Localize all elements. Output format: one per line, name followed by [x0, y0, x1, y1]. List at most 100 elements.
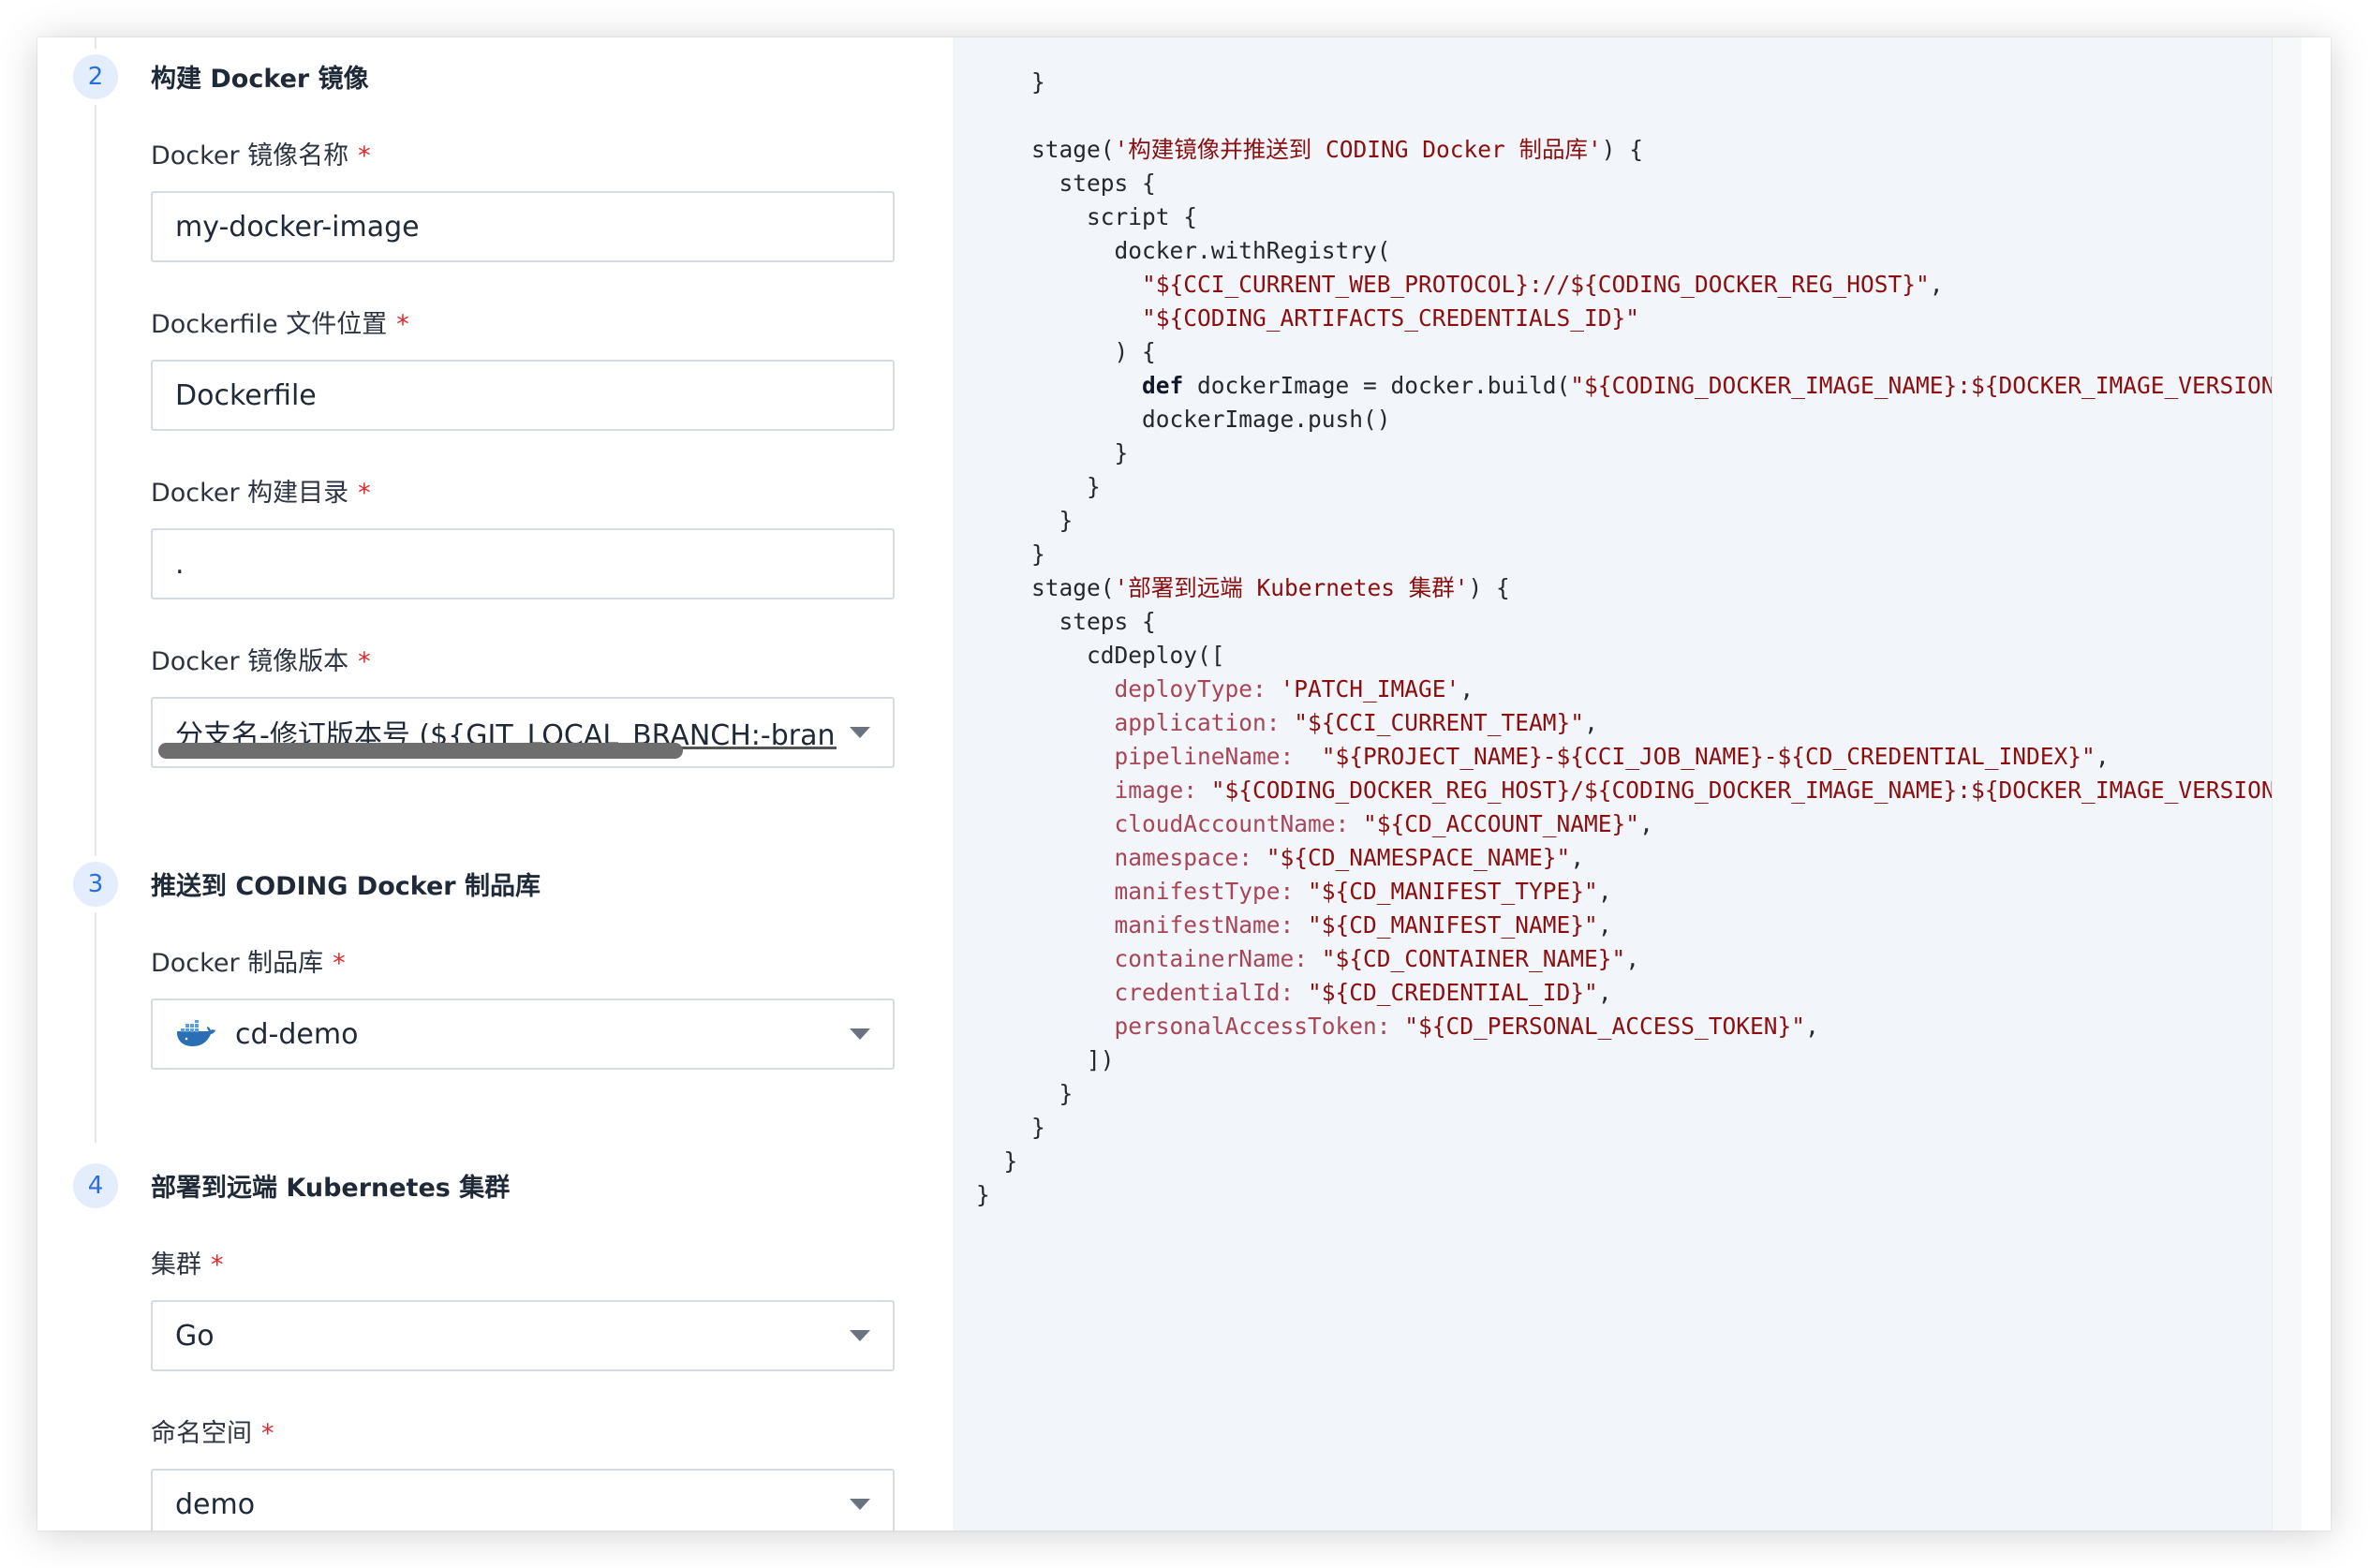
app-window: 2 构建 Docker 镜像 Docker 镜像名称 * my-docker-im… — [37, 37, 2331, 1531]
code-line: steps { — [976, 167, 1156, 200]
code-line: image: "${CODING_DOCKER_REG_HOST}/${CODI… — [976, 774, 2302, 807]
code-line: } — [976, 538, 1045, 571]
image-name-value: my-docker-image — [175, 210, 420, 244]
required-mark: * — [333, 949, 346, 978]
registry-select[interactable]: cd-demo — [151, 998, 895, 1070]
code-text: dockerImage.push() — [976, 406, 1391, 433]
code-key: credentialId: — [1114, 979, 1295, 1006]
step-4-badge: 4 — [73, 1163, 118, 1208]
namespace-select[interactable]: demo — [151, 1469, 895, 1531]
code-line: steps { — [976, 605, 1156, 639]
code-line: personalAccessToken: "${CD_PERSONAL_ACCE… — [976, 1010, 1819, 1043]
cluster-value: Go — [175, 1319, 215, 1353]
code-text: } — [976, 1147, 1018, 1175]
code-line: cdDeploy([ — [976, 639, 1225, 673]
code-line: } — [976, 504, 1074, 538]
code-text: , — [1584, 709, 1598, 736]
code-text: stage( — [976, 136, 1115, 163]
code-text: , — [1639, 810, 1653, 837]
code-text: , — [1625, 945, 1640, 972]
code-line: stage('构建镜像并推送到 CODING Docker 制品库') { — [976, 133, 1643, 167]
build-dir-value: . — [175, 547, 185, 581]
required-mark: * — [358, 141, 371, 170]
code-text: , — [1570, 844, 1585, 871]
code-text: , — [1597, 911, 1612, 939]
code-string: "${PROJECT_NAME}-${CCI_JOB_NAME}-${CD_CR… — [1321, 743, 2096, 770]
step-3-badge: 3 — [73, 862, 118, 907]
code-keyword: def — [1142, 372, 1184, 399]
step-3-title: 推送到 CODING Docker 制品库 — [151, 872, 541, 901]
step-4-title: 部署到远端 Kubernetes 集群 — [151, 1174, 511, 1203]
code-text: steps { — [976, 170, 1156, 197]
namespace-label-text: 命名空间 — [151, 1419, 252, 1448]
code-text: ) { — [976, 338, 1156, 365]
horizontal-scrollbar[interactable] — [158, 743, 683, 759]
code-line: deployType: 'PATCH_IMAGE', — [976, 673, 1474, 706]
code-line: def dockerImage = docker.build("${CODING… — [976, 369, 2302, 403]
registry-value: cd-demo — [235, 1017, 359, 1051]
step-2-badge: 2 — [73, 54, 118, 99]
vertical-scrollbar[interactable] — [2272, 37, 2302, 1531]
caret-down-icon — [850, 1330, 870, 1341]
code-key: image: — [1114, 777, 1198, 804]
code-text: , — [1597, 979, 1612, 1006]
build-dir-input[interactable]: . — [151, 528, 895, 599]
cluster-select[interactable]: Go — [151, 1300, 895, 1371]
image-version-select[interactable]: 分支名-修订版本号 (${GIT_LOCAL_BRANCH:-branch}-$ — [151, 697, 895, 768]
code-line: } — [976, 1145, 1018, 1178]
code-string: "${CD_MANIFEST_NAME}" — [1308, 911, 1598, 939]
code-text: cdDeploy([ — [976, 642, 1225, 669]
cluster-label: 集群 * — [151, 1244, 224, 1280]
code-key: manifestType: — [1114, 878, 1295, 905]
namespace-value: demo — [175, 1487, 256, 1521]
steps-timeline — [95, 37, 96, 1143]
namespace-label: 命名空间 * — [151, 1413, 274, 1449]
code-line: credentialId: "${CD_CREDENTIAL_ID}", — [976, 976, 1612, 1010]
code-line: } — [976, 66, 1045, 99]
code-line: manifestName: "${CD_MANIFEST_NAME}", — [976, 909, 1612, 942]
dockerfile-path-input[interactable]: Dockerfile — [151, 360, 895, 431]
code-string: '构建镜像并推送到 CODING Docker 制品库' — [1114, 136, 1602, 163]
image-name-input[interactable]: my-docker-image — [151, 191, 895, 262]
code-line: } — [976, 1111, 1045, 1145]
image-version-label: Docker 镜像版本 * — [151, 641, 371, 677]
code-line: ) { — [976, 335, 1156, 369]
code-key: pipelineName: — [1114, 743, 1295, 770]
code-text: , — [1929, 271, 1944, 298]
code-text: steps { — [976, 608, 1156, 635]
code-line: "${CCI_CURRENT_WEB_PROTOCOL}://${CODING_… — [976, 268, 1944, 302]
dockerfile-path-label-text: Dockerfile 文件位置 — [151, 310, 388, 339]
image-name-label: Docker 镜像名称 * — [151, 135, 371, 171]
required-mark: * — [396, 310, 409, 339]
dockerfile-path-label: Dockerfile 文件位置 * — [151, 303, 409, 340]
code-key: application: — [1114, 709, 1281, 736]
required-mark: * — [211, 1250, 224, 1280]
caret-down-icon — [850, 1028, 870, 1040]
code-string: "${CCI_CURRENT_TEAM}" — [1294, 709, 1585, 736]
code-line: manifestType: "${CD_MANIFEST_TYPE}", — [976, 875, 1612, 909]
code-text: , — [2095, 743, 2110, 770]
code-key: containerName: — [1114, 945, 1309, 972]
code-line: cloudAccountName: "${CD_ACCOUNT_NAME}", — [976, 807, 1653, 841]
code-text: , — [1597, 878, 1612, 905]
code-line: } — [976, 470, 1101, 504]
code-string: "${CD_ACCOUNT_NAME}" — [1363, 810, 1640, 837]
required-mark: * — [358, 479, 371, 508]
code-string: "${CD_NAMESPACE_NAME}" — [1266, 844, 1571, 871]
caret-down-icon — [850, 1499, 870, 1510]
code-text: ]) — [976, 1046, 1115, 1073]
